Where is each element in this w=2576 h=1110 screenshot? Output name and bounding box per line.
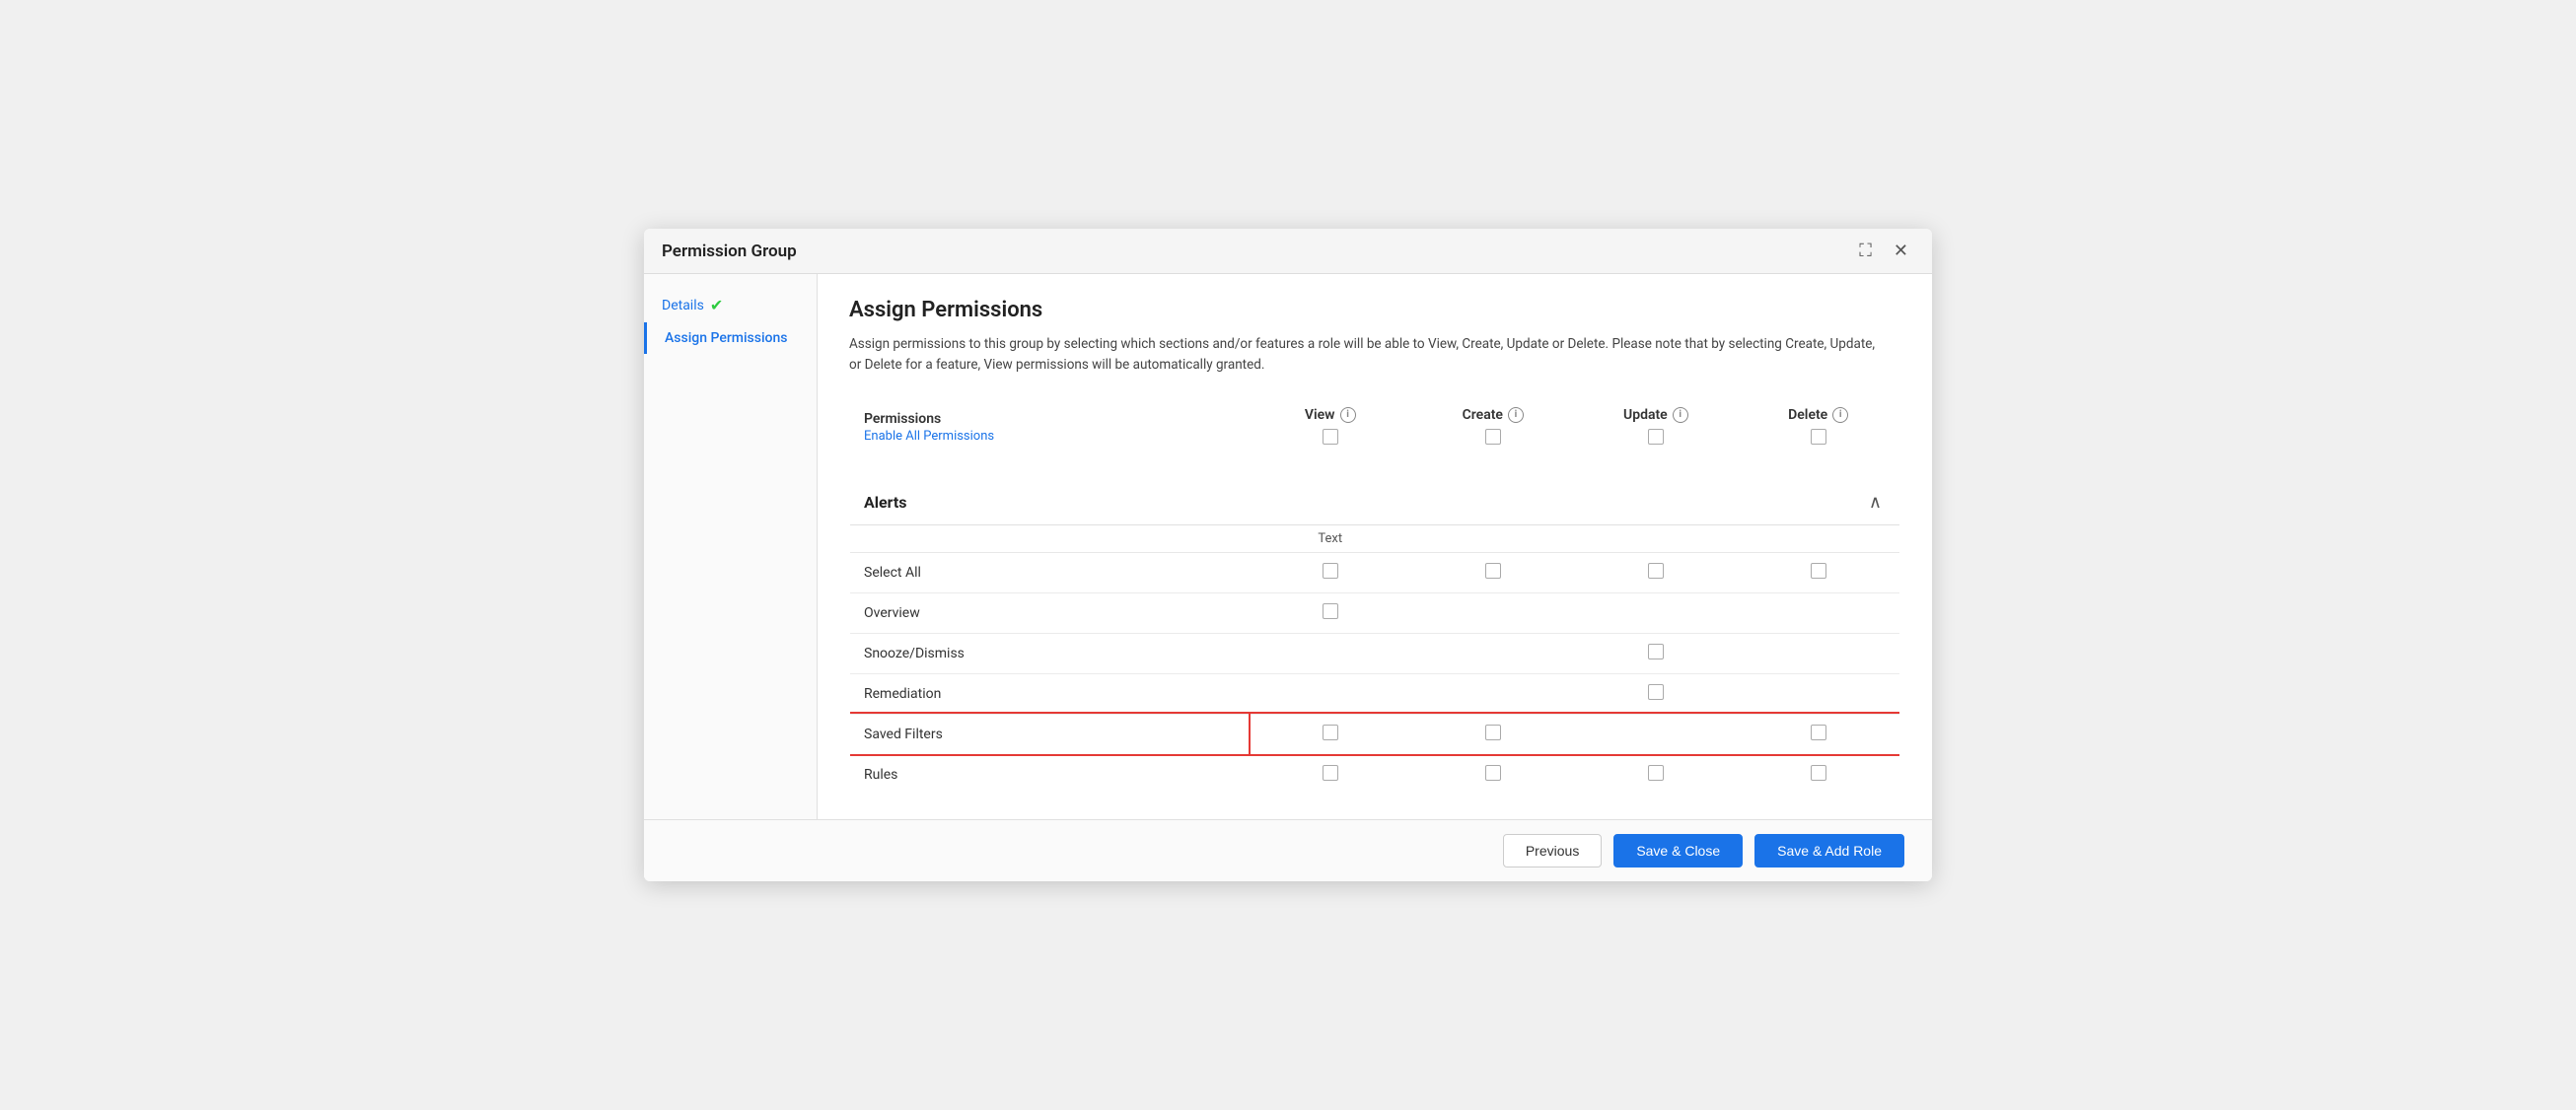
sidebar-item-details-label: Details (662, 298, 704, 313)
row-label-4: Saved Filters (850, 714, 1250, 754)
row-label-1: Overview (850, 592, 1250, 633)
sidebar-item-assign-permissions-label: Assign Permissions (665, 330, 787, 346)
page-title: Assign Permissions (849, 298, 1900, 322)
header-actions: ⛶ ✕ (1853, 239, 1914, 263)
view-checkbox-1[interactable] (1323, 603, 1338, 619)
permission-group-modal: Permission Group ⛶ ✕ Details ✔ Assign Pe… (644, 229, 1932, 881)
sidebar-item-details[interactable]: Details ✔ (644, 288, 817, 322)
table-row: Remediation (850, 673, 1900, 714)
update-checkbox-2[interactable] (1648, 644, 1664, 659)
expand-button[interactable]: ⛶ (1853, 239, 1878, 263)
sidebar-item-assign-permissions[interactable]: Assign Permissions (644, 322, 817, 354)
create-info-icon[interactable]: i (1508, 407, 1524, 423)
update-info-icon[interactable]: i (1673, 407, 1688, 423)
create-checkbox-4[interactable] (1485, 725, 1501, 740)
delete-checkbox-0[interactable] (1811, 563, 1826, 579)
modal-header: Permission Group ⛶ ✕ (644, 229, 1932, 274)
row-label-0: Select All (850, 552, 1250, 592)
col-header-update: Update i (1574, 394, 1737, 460)
table-row: Snooze/Dismiss (850, 633, 1900, 673)
row-label-5: Rules (850, 754, 1250, 795)
subheader-empty2 (1411, 524, 1574, 552)
create-checkbox-5[interactable] (1485, 765, 1501, 781)
modal-footer: Previous Save & Close Save & Add Role (644, 819, 1932, 881)
table-row: Select All (850, 552, 1900, 592)
update-checkbox-5[interactable] (1648, 765, 1664, 781)
table-row: Saved Filters (850, 714, 1900, 754)
row-label-3: Remediation (850, 673, 1250, 714)
previous-button[interactable]: Previous (1503, 834, 1602, 867)
view-checkbox-5[interactable] (1323, 765, 1338, 781)
view-checkbox-0[interactable] (1323, 563, 1338, 579)
save-close-button[interactable]: Save & Close (1613, 834, 1743, 867)
alerts-section-title: Alerts (864, 493, 907, 512)
col-header-permissions: Permissions Enable All Permissions (850, 394, 1250, 460)
create-checkbox-0[interactable] (1485, 563, 1501, 579)
main-content: Assign Permissions Assign permissions to… (818, 274, 1932, 819)
alerts-subheader-row: Text (850, 524, 1900, 552)
delete-info-icon[interactable]: i (1832, 407, 1848, 423)
col-header-create: Create i (1411, 394, 1574, 460)
subheader-empty4 (1737, 524, 1899, 552)
view-checkbox-4[interactable] (1323, 725, 1338, 740)
modal-body: Details ✔ Assign Permissions Assign Perm… (644, 274, 1932, 819)
update-all-checkbox[interactable] (1648, 429, 1664, 445)
sidebar: Details ✔ Assign Permissions (644, 274, 818, 819)
alerts-collapse-button[interactable]: ∧ (1865, 492, 1886, 513)
alerts-table: Alerts ∧ Text Select A (849, 479, 1900, 796)
create-all-checkbox[interactable] (1485, 429, 1501, 445)
row-label-2: Snooze/Dismiss (850, 633, 1250, 673)
enable-all-link[interactable]: Enable All Permissions (864, 429, 1235, 444)
col-header-delete: Delete i (1737, 394, 1899, 460)
details-check-icon: ✔ (710, 296, 723, 314)
update-checkbox-0[interactable] (1648, 563, 1664, 579)
table-row: Overview (850, 592, 1900, 633)
col-header-view: View i (1249, 394, 1411, 460)
subheader-text: Text (1249, 524, 1411, 552)
subheader-empty (850, 524, 1250, 552)
close-button[interactable]: ✕ (1888, 239, 1914, 263)
permissions-header-table: Permissions Enable All Permissions View … (849, 394, 1900, 461)
update-checkbox-3[interactable] (1648, 684, 1664, 700)
view-info-icon[interactable]: i (1340, 407, 1356, 423)
delete-checkbox-5[interactable] (1811, 765, 1826, 781)
save-add-role-button[interactable]: Save & Add Role (1754, 834, 1904, 867)
delete-all-checkbox[interactable] (1811, 429, 1826, 445)
section-description: Assign permissions to this group by sele… (849, 334, 1885, 375)
delete-checkbox-4[interactable] (1811, 725, 1826, 740)
modal-title: Permission Group (662, 242, 797, 261)
subheader-empty3 (1574, 524, 1737, 552)
table-row: Rules (850, 754, 1900, 795)
view-all-checkbox[interactable] (1323, 429, 1338, 445)
